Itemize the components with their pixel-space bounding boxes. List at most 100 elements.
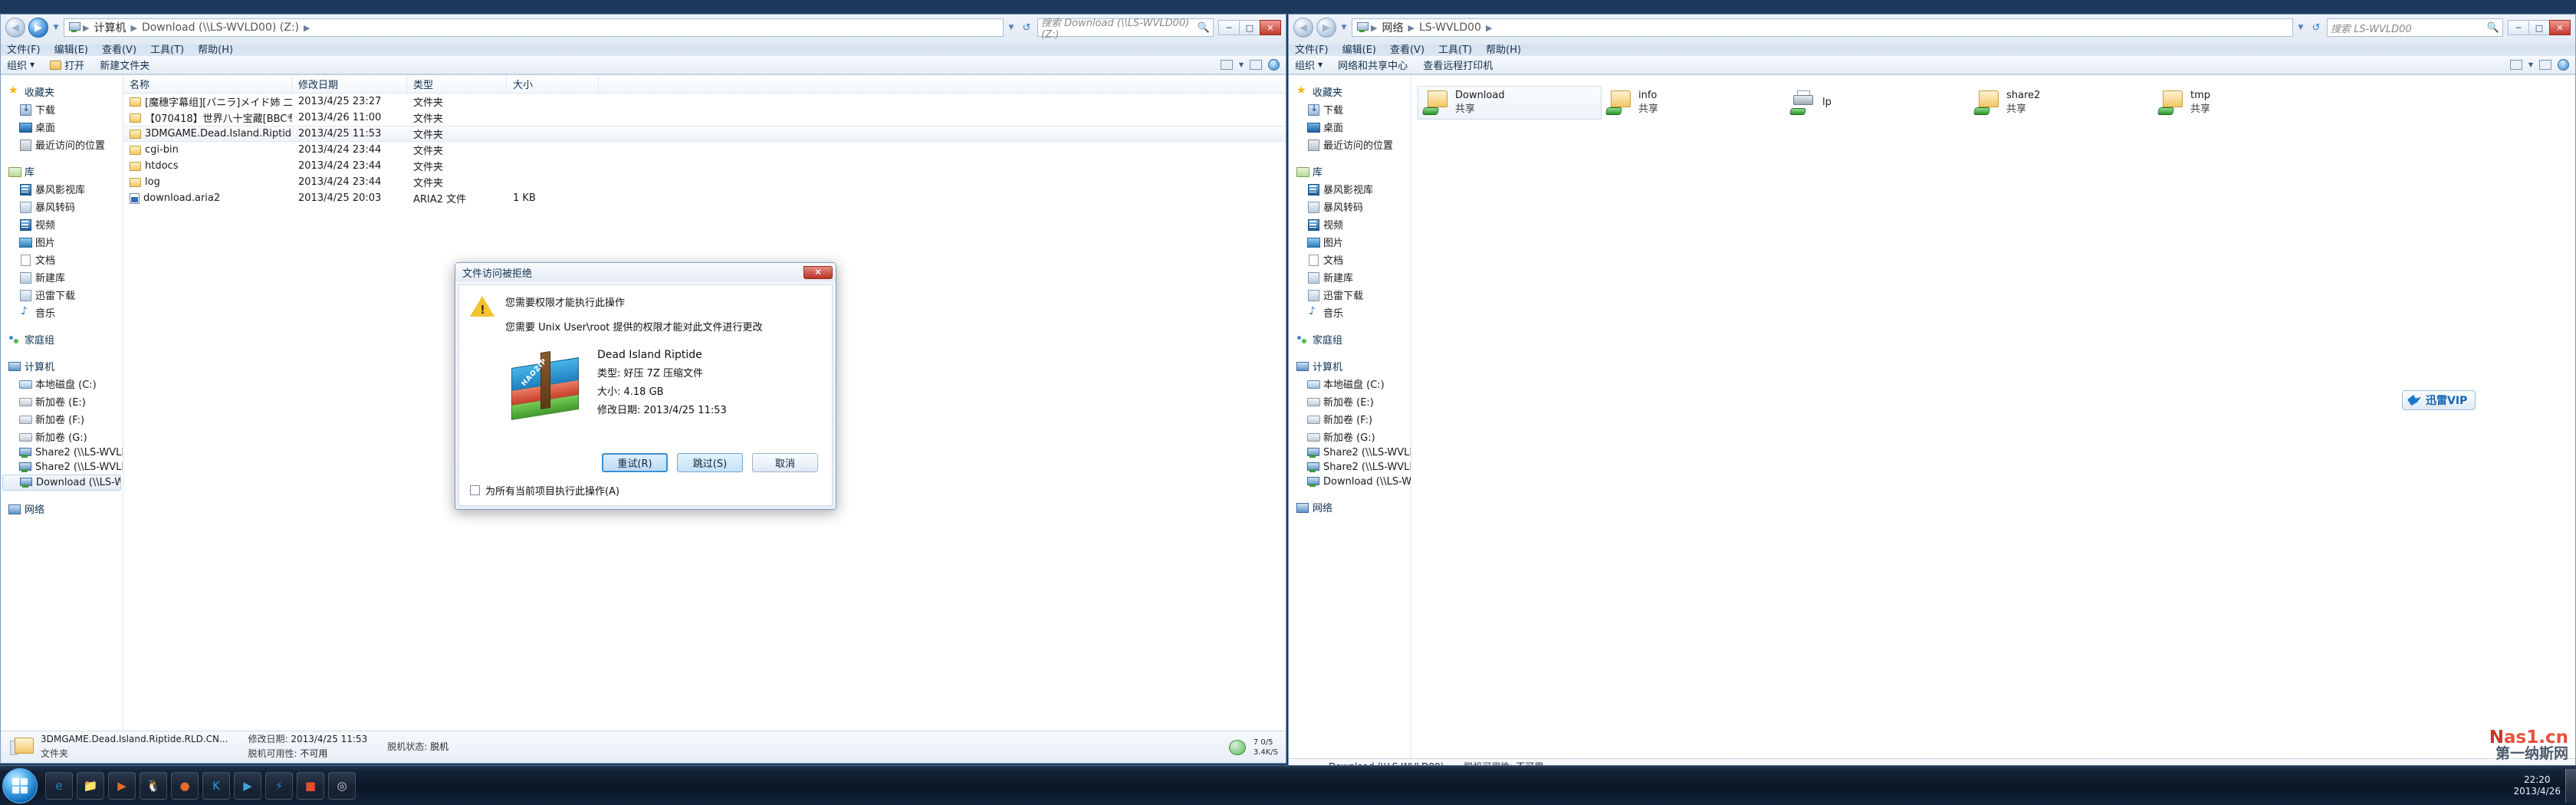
menu-file[interactable]: 文件(F): [1295, 41, 1329, 56]
organize-button[interactable]: 组织 ▼: [1295, 58, 1322, 72]
nav-item-10[interactable]: 新建库: [1, 268, 123, 286]
show-desktop-button[interactable]: [2565, 768, 2576, 803]
nav-item-14[interactable]: 计算机: [1289, 357, 1411, 375]
help-icon[interactable]: ?: [2558, 59, 2569, 71]
dialog-close-button[interactable]: ✕: [803, 265, 833, 279]
table-row[interactable]: 3DMGAME.Dead.Island.Riptide.RLD.C... 2013…: [123, 126, 1286, 142]
new-folder-button[interactable]: 新建文件夹: [100, 58, 150, 72]
ie-icon[interactable]: e: [45, 771, 73, 800]
nav-item-13[interactable]: 家庭组: [1, 330, 123, 348]
nav-item-16[interactable]: 新加卷 (E:): [1289, 393, 1411, 410]
nav-item-18[interactable]: 新加卷 (G:): [1289, 428, 1411, 445]
breadcrumb-root[interactable]: 计算机: [91, 19, 128, 36]
window1-navigation-pane[interactable]: 收藏夹下载桌面最近访问的位置库暴风影视库暴风转码视频图片文档新建库迅雷下载音乐家…: [1, 75, 123, 731]
list-item[interactable]: tmp 共享: [2154, 86, 2338, 120]
kmplayer-icon[interactable]: ▶: [234, 771, 261, 800]
organize-button[interactable]: 组织 ▼: [7, 58, 34, 72]
close-button[interactable]: ✕: [1260, 20, 1281, 35]
minimize-button[interactable]: ─: [1218, 20, 1240, 35]
window1-toolbar[interactable]: 组织 ▼ 打开 新建文件夹 ▼ ?: [1, 56, 1286, 74]
nav-item-8[interactable]: 图片: [1, 233, 123, 251]
nav-item-5[interactable]: 暴风影视库: [1289, 180, 1411, 198]
menu-help[interactable]: 帮助(H): [1486, 41, 1521, 56]
maximize-button[interactable]: □: [1239, 20, 1260, 35]
list-item[interactable]: Download 共享: [1418, 86, 1602, 120]
refresh-icon[interactable]: ↺: [2308, 19, 2324, 36]
menu-help[interactable]: 帮助(H): [198, 41, 233, 56]
network-speed-widget[interactable]: 7 0/5 3.4K/S: [1228, 738, 1278, 757]
column-header-name[interactable]: 名称: [123, 75, 292, 93]
recent-pages-dropdown[interactable]: ▼: [1339, 24, 1349, 31]
column-header-date[interactable]: 修改日期: [292, 75, 407, 93]
nav-item-12[interactable]: 音乐: [1, 304, 123, 321]
nav-item-2[interactable]: 桌面: [1, 118, 123, 136]
nav-item-1[interactable]: 下载: [1289, 100, 1411, 118]
apply-to-all-checkbox[interactable]: [470, 485, 480, 495]
nav-item-3[interactable]: 最近访问的位置: [1, 136, 123, 153]
forward-button[interactable]: ▶: [28, 18, 48, 38]
window2-controls[interactable]: ─ □ ✕: [2508, 20, 2571, 35]
window2-toolbar[interactable]: 组织 ▼ 网络和共享中心 查看远程打印机 ▼ ?: [1289, 56, 2575, 74]
chrome-icon[interactable]: ◎: [328, 771, 356, 800]
preview-pane-icon[interactable]: [2539, 60, 2551, 70]
network-shares-pane[interactable]: Download 共享 info 共享 lp share2 共享 tmp 共享: [1411, 75, 2575, 758]
close-button[interactable]: ✕: [2549, 20, 2571, 35]
qq-icon[interactable]: 🐧: [140, 771, 167, 800]
chevron-down-icon[interactable]: ▼: [1239, 61, 1244, 68]
list-item[interactable]: lp: [1786, 86, 1970, 120]
column-headers[interactable]: 名称 修改日期 类型 大小: [123, 75, 1286, 94]
preview-pane-icon[interactable]: [1250, 60, 1262, 70]
nav-item-9[interactable]: 文档: [1, 251, 123, 268]
column-header-type[interactable]: 类型: [407, 75, 507, 93]
window2-menubar[interactable]: 文件(F) 编辑(E) 查看(V) 工具(T) 帮助(H): [1289, 41, 2575, 56]
nav-item-22[interactable]: 网络: [1, 500, 123, 518]
menu-file[interactable]: 文件(F): [7, 41, 41, 56]
back-button[interactable]: ◀: [1293, 18, 1313, 38]
nav-item-3[interactable]: 最近访问的位置: [1289, 136, 1411, 153]
nav-item-21[interactable]: Download (\\LS-W: [2, 475, 121, 491]
address-breadcrumb-bar[interactable]: ▶ 计算机 ▶ Download (\\LS-WVLD00) (Z:) ▶: [64, 18, 1004, 37]
menu-tools[interactable]: 工具(T): [1438, 41, 1472, 56]
xunlei-vip-badge[interactable]: 迅雷VIP: [2402, 390, 2476, 410]
back-button[interactable]: ◀: [5, 18, 25, 38]
search-input[interactable]: 搜索 LS-WVLD00 🔍: [2327, 18, 2503, 37]
nav-item-17[interactable]: 新加卷 (F:): [1, 410, 123, 428]
forward-button[interactable]: ▶: [1316, 18, 1336, 38]
column-header-size[interactable]: 大小: [507, 75, 599, 93]
refresh-icon[interactable]: ↺: [1019, 19, 1034, 36]
nav-item-22[interactable]: 网络: [1289, 498, 1411, 516]
nav-item-13[interactable]: 家庭组: [1289, 330, 1411, 348]
file-rows-container[interactable]: [魔穗字幕组][バニラ]メイド姉 二日目2013/4/25 23:27文件夹【0…: [123, 94, 1286, 206]
minimize-button[interactable]: ─: [2508, 20, 2529, 35]
nav-item-12[interactable]: 音乐: [1289, 304, 1411, 321]
nav-item-6[interactable]: 暴风转码: [1289, 198, 1411, 215]
taskbar[interactable]: e 📁 ▶ 🐧 ● K ▶ ⚡ ■ ◎ 22:20 2013/4/26: [0, 765, 2576, 805]
table-row[interactable]: log 2013/4/24 23:44 文件夹: [123, 174, 1286, 190]
nav-item-7[interactable]: 视频: [1, 215, 123, 233]
menu-view[interactable]: 查看(V): [102, 41, 136, 56]
taskbar-clock[interactable]: 22:20 2013/4/26: [2509, 774, 2565, 797]
nav-item-19[interactable]: Share2 (\\LS-WVLD: [1289, 445, 1411, 460]
nav-item-5[interactable]: 暴风影视库: [1, 180, 123, 198]
skip-button[interactable]: 跳过(S): [677, 453, 743, 472]
table-row[interactable]: cgi-bin 2013/4/24 23:44 文件夹: [123, 142, 1286, 158]
window1-menubar[interactable]: 文件(F) 编辑(E) 查看(V) 工具(T) 帮助(H): [1, 41, 1286, 56]
search-input[interactable]: 搜索 Download (\\LS-WVLD00) (Z:) 🔍: [1037, 18, 1214, 41]
nav-item-1[interactable]: 下载: [1, 100, 123, 118]
nav-item-20[interactable]: Share2 (\\LS-WVLD: [1289, 460, 1411, 475]
table-row[interactable]: download.aria2 2013/4/25 20:03 ARIA2 文件 1 K…: [123, 190, 1286, 206]
office-icon[interactable]: ■: [297, 771, 324, 800]
nav-item-21[interactable]: Download (\\LS-W: [1289, 475, 1411, 489]
media-icon[interactable]: ▶: [108, 771, 136, 800]
window1-controls[interactable]: ─ □ ✕: [1218, 20, 1281, 35]
taskbar-pinned-items[interactable]: e 📁 ▶ 🐧 ● K ▶ ⚡ ■ ◎: [45, 771, 356, 800]
change-view-icon[interactable]: [2509, 60, 2522, 70]
nav-item-2[interactable]: 桌面: [1289, 118, 1411, 136]
dialog-buttons[interactable]: 重试(R) 跳过(S) 取消: [470, 453, 821, 472]
nav-item-6[interactable]: 暴风转码: [1, 198, 123, 215]
nav-item-10[interactable]: 新建库: [1289, 268, 1411, 286]
nav-item-20[interactable]: Share2 (\\LS-WVLD: [1, 460, 123, 475]
nav-item-4[interactable]: 库: [1289, 163, 1411, 180]
explorer-window-network[interactable]: ◀ ▶ ▼ ▶ 网络 ▶ LS-WVLD00 ▶ ▼ ↺ 搜索 LS-WVLD0…: [1288, 14, 2576, 791]
maximize-button[interactable]: □: [2528, 20, 2550, 35]
